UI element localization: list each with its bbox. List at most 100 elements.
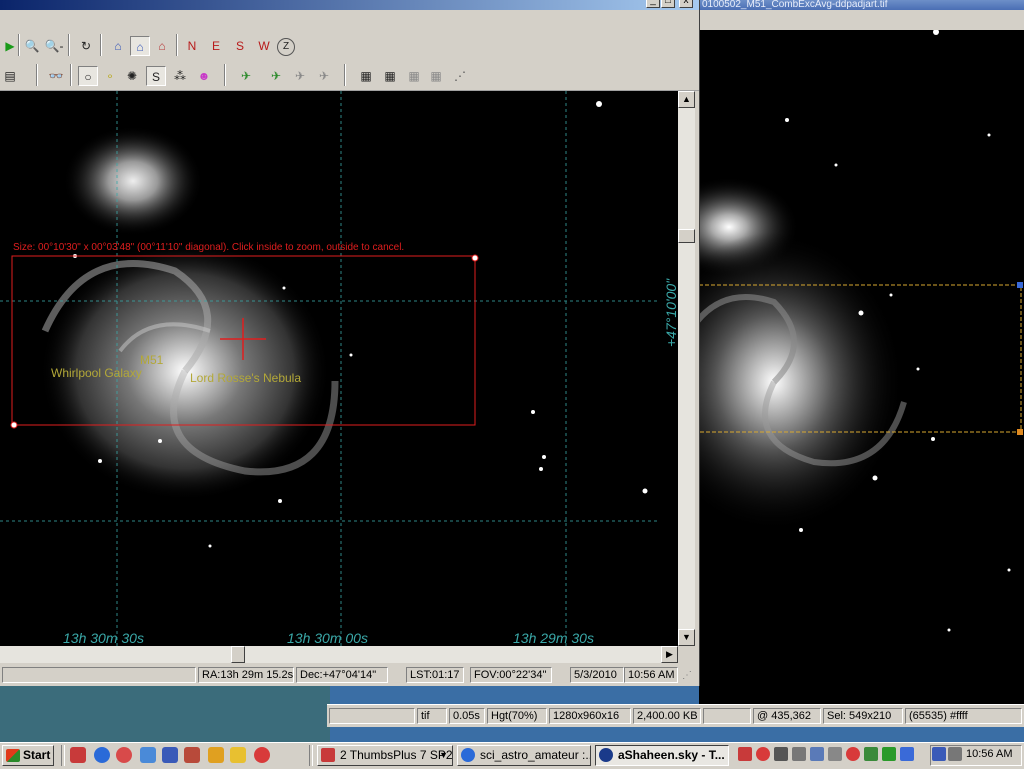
minimize-button[interactable]: _ [646, 0, 660, 8]
meridian-view-icon[interactable]: ⌂ [130, 36, 150, 56]
calculator-icon[interactable] [774, 747, 788, 761]
stars-toggle-icon[interactable]: ○ [78, 66, 98, 86]
zoom-in-icon[interactable]: 🔍+ [22, 36, 42, 73]
nebulae-icon[interactable]: ⁂ [170, 66, 190, 86]
zoom-out-icon[interactable]: 🔍- [44, 36, 64, 56]
volume-icon[interactable] [948, 747, 962, 761]
sky-status-bar: RA:13h 29m 15.2s Dec:+47°04'14" LST:01:1… [0, 664, 699, 686]
status-empty [703, 708, 751, 724]
rotate-icon[interactable]: ↻ [76, 36, 96, 56]
status-right-ascension: RA:13h 29m 15.2s [198, 667, 294, 683]
double-stars-icon[interactable]: ∘ [100, 66, 120, 86]
task-sci-astro-amateur[interactable]: sci_astro_amateur :... [457, 745, 591, 766]
task-thumbsplus[interactable]: 2 ThumbsPlus 7 SP2 ▼ [317, 745, 453, 766]
chat-icon[interactable] [882, 747, 896, 761]
quicklaunch-app-icon[interactable] [70, 747, 86, 763]
email-icon[interactable] [140, 747, 156, 763]
tray-media-icon[interactable] [756, 747, 770, 761]
telescope-slew-icon[interactable]: ✈ [266, 66, 286, 86]
start-button[interactable]: Start [2, 745, 54, 766]
taskbar-clock[interactable]: 10:56 AM [966, 748, 1012, 760]
dec-tick-label: +47°10'00" [663, 278, 678, 347]
look-west-button[interactable]: W [254, 36, 274, 56]
image-viewer-canvas[interactable] [644, 29, 1024, 704]
star-clusters-icon[interactable]: ✺ [122, 66, 142, 86]
telescope-app-icon[interactable] [184, 747, 200, 763]
tray-app-icon[interactable] [738, 747, 752, 761]
image-viewer-status-bar: tif 0.05s Hgt(70%) 1280x960x16 2,400.00 … [327, 704, 1024, 727]
play-icon[interactable]: ▶ [0, 36, 20, 56]
filter-icon[interactable]: ▦ [404, 66, 424, 86]
windows-logo-icon [6, 749, 20, 762]
chart-settings-icon[interactable]: ▤ [0, 66, 20, 86]
status-format: tif [417, 708, 447, 724]
camera-capture-icon[interactable]: ▦ [380, 66, 400, 86]
tray-status-icon[interactable] [864, 747, 878, 761]
status-date: 5/3/2010 [570, 667, 624, 683]
sky-window-title-bar[interactable]: _ □ x [0, 0, 699, 10]
scroll-right-button[interactable]: ▶ [661, 646, 678, 663]
vertical-scrollbar[interactable]: ▲ ▼ [678, 91, 695, 646]
horizontal-scroll-thumb[interactable] [231, 646, 245, 663]
zenith-view-icon[interactable]: ⌂ [152, 36, 172, 56]
vertical-scroll-thumb[interactable] [678, 229, 695, 243]
scroll-up-button[interactable]: ▲ [678, 91, 695, 108]
telescope-sync-icon[interactable]: ✈ [290, 66, 310, 86]
horizontal-scrollbar[interactable]: ▶ [0, 646, 678, 663]
internet-explorer-icon [461, 748, 475, 762]
folder-icon[interactable] [230, 747, 246, 763]
image-viewer-title[interactable]: 0100502_M51_CombExcAvg-ddpadjart.tif [699, 0, 1024, 10]
galaxies-icon[interactable]: S [146, 66, 166, 86]
bluetooth-icon[interactable] [900, 747, 914, 761]
security-icon[interactable] [846, 747, 860, 761]
taskbar-separator [61, 745, 65, 766]
close-button[interactable]: x [679, 0, 693, 8]
toolbar-separator [36, 64, 38, 86]
telescope-connect-icon[interactable]: ✈ [236, 66, 256, 86]
measure-icon[interactable]: ⋰ [450, 66, 470, 86]
taskbar-separator [309, 745, 313, 766]
sky-chart[interactable]: Size: 00°10'30" x 00°03'48" (00°11'10" d… [0, 91, 678, 646]
label-whirlpool-galaxy[interactable]: Whirlpool Galaxy [51, 366, 142, 380]
toolbar-separator [100, 34, 102, 56]
media-player-icon[interactable] [208, 747, 224, 763]
status-cursor-position: @ 435,362 [753, 708, 821, 724]
task-thesky[interactable]: aShaheen.sky - T... [595, 745, 729, 766]
status-selection-size: Sel: 549x210 [823, 708, 903, 724]
telescope-abort-icon[interactable]: ✈ [314, 66, 334, 86]
ra-tick-label: 13h 30m 30s [63, 630, 144, 646]
status-blank [329, 708, 415, 724]
internet-explorer-icon[interactable] [94, 747, 110, 763]
maximize-button[interactable]: □ [661, 0, 675, 8]
desktop-icon[interactable] [162, 747, 178, 763]
look-zenith-button[interactable]: Z [277, 38, 295, 56]
sky-chart-canvas[interactable]: Size: 00°10'30" x 00°03'48" (00°11'10" d… [0, 91, 678, 646]
look-north-button[interactable]: N [182, 36, 202, 56]
monitor-icon[interactable] [932, 747, 946, 761]
status-blank [2, 667, 196, 683]
look-south-button[interactable]: S [230, 36, 250, 56]
toolbar-separator [344, 64, 346, 86]
printer-icon[interactable] [792, 747, 806, 761]
comets-icon[interactable]: ☻ [194, 66, 214, 86]
ra-tick-label: 13h 29m 30s [513, 630, 594, 646]
status-dimensions: 1280x960x16 [549, 708, 631, 724]
label-m51[interactable]: M51 [140, 353, 164, 367]
network-icon[interactable] [810, 747, 824, 761]
galaxy-image [40, 126, 339, 501]
horizon-view-icon[interactable]: ⌂ [108, 36, 128, 56]
drive-icon[interactable] [828, 747, 842, 761]
label-lord-rosses-nebula[interactable]: Lord Rosse's Nebula [190, 371, 301, 385]
focuser-icon[interactable]: ▦ [426, 66, 446, 86]
resize-grip-icon[interactable]: ⋰ [682, 670, 696, 684]
ra-tick-label: 13h 30m 00s [287, 630, 368, 646]
look-east-button[interactable]: E [206, 36, 226, 56]
selection-size-hint: Size: 00°10'30" x 00°03'48" (00°11'10" d… [13, 242, 404, 253]
browser-icon[interactable] [116, 747, 132, 763]
media-icon[interactable] [254, 747, 270, 763]
task-label: 2 ThumbsPlus 7 SP2 [340, 748, 453, 762]
toolbar-separator [176, 34, 178, 56]
scroll-down-button[interactable]: ▼ [678, 629, 695, 646]
binoculars-icon[interactable]: 👓 [46, 66, 66, 86]
camera-icon[interactable]: ▦ [356, 66, 376, 86]
